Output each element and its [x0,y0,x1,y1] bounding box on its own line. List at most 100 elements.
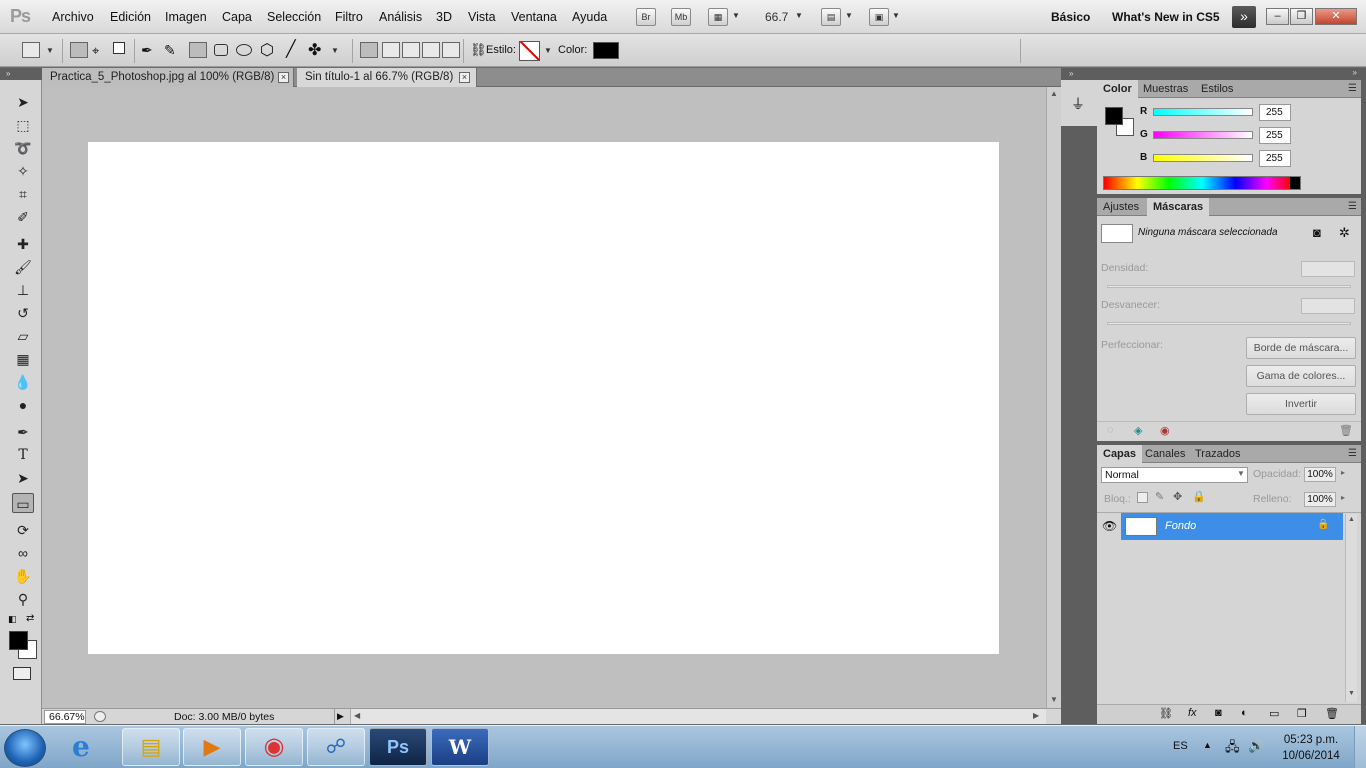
chevron-down-icon[interactable]: ▼ [1237,469,1245,478]
add-to-shape-icon[interactable] [382,42,400,58]
scroll-right-icon[interactable]: ▶ [1033,711,1039,720]
fill-input[interactable]: 100% [1304,492,1336,507]
tab-canales[interactable]: Canales [1139,445,1191,463]
quick-mask-icon[interactable] [13,667,31,680]
more-workspaces-icon[interactable]: » [1232,6,1256,28]
menu-archivo[interactable]: Archivo [52,10,94,24]
feather-slider[interactable] [1107,322,1351,325]
link-icon[interactable]: ⛓ [470,42,487,58]
channel-r-input[interactable]: 255 [1259,104,1291,121]
mask-edge-button[interactable]: Borde de máscara... [1246,337,1356,359]
expand-panels-icon[interactable]: » [1069,69,1073,78]
internet-explorer-icon[interactable]: e [72,730,90,763]
clock-time[interactable]: 05:23 p.m. [1281,734,1341,746]
word-icon[interactable]: W [431,728,489,766]
chevron-down-icon[interactable]: ▼ [795,11,803,20]
language-indicator[interactable]: ES [1173,740,1188,752]
rectangle-shape-icon[interactable] [189,42,207,58]
menu-seleccion[interactable]: Selección [267,10,321,24]
ellipse-icon[interactable] [236,44,252,56]
status-menu-arrow-icon[interactable]: ▶ [334,709,346,724]
history-brush-tool-icon[interactable]: ↺ [12,303,34,323]
3d-rotate-tool-icon[interactable]: ⟳ [12,520,34,540]
channel-g-slider[interactable] [1153,131,1253,139]
chevron-down-icon[interactable]: ▼ [544,46,552,55]
vector-mask-icon[interactable]: ✲ [1339,225,1350,241]
hand-tool-icon[interactable]: ✋ [12,566,34,586]
tab-estilos[interactable]: Estilos [1195,80,1239,98]
type-tool-icon[interactable]: T [12,445,34,465]
adjustment-layer-icon[interactable]: ◐ [1241,707,1248,719]
add-mask-icon[interactable]: ◙ [1215,707,1222,719]
opacity-input[interactable]: 100% [1304,467,1336,482]
chevron-down-icon[interactable]: ▼ [892,11,900,20]
color-swatch[interactable] [593,42,619,59]
photoshop-icon[interactable]: Ps [369,728,427,766]
foreground-color-swatch[interactable] [1105,107,1123,125]
file-explorer-icon[interactable]: ▤ [122,728,180,766]
menu-3d[interactable]: 3D [436,10,452,24]
new-layer-icon[interactable]: ❐ [1297,707,1307,720]
lock-position-icon[interactable]: ✥ [1173,490,1182,503]
show-desktop-button[interactable] [1354,726,1366,768]
lock-pixels-icon[interactable]: ✎ [1155,490,1164,503]
channel-b-slider[interactable] [1153,154,1253,162]
intersect-shape-icon[interactable] [422,42,440,58]
polygon-icon[interactable]: ⬡ [260,40,274,60]
document-canvas[interactable] [88,142,999,654]
menu-edicion[interactable]: Edición [110,10,151,24]
invert-button[interactable]: Invertir [1246,393,1356,415]
workspace-whats-new[interactable]: What's New in CS5 [1112,10,1220,24]
menu-vista[interactable]: Vista [468,10,496,24]
menu-analisis[interactable]: Análisis [379,10,422,24]
channel-r-slider[interactable] [1153,108,1253,116]
mini-bridge-button[interactable]: Mb [671,8,691,26]
close-icon[interactable]: × [278,72,289,83]
opacity-slider-arrow-icon[interactable]: ▸ [1341,468,1345,477]
eyedropper-tool-icon[interactable]: ✐ [12,207,34,227]
exclude-shape-icon[interactable] [442,42,460,58]
disable-mask-icon[interactable]: ◉ [1160,424,1170,437]
subtract-shape-icon[interactable] [402,42,420,58]
eraser-tool-icon[interactable]: ▱ [12,326,34,346]
menu-ventana[interactable]: Ventana [511,10,557,24]
healing-brush-tool-icon[interactable]: ✚ [12,234,34,254]
color-spectrum-bar[interactable] [1103,176,1301,190]
fill-pixels-icon[interactable] [113,42,125,54]
quick-selection-tool-icon[interactable]: ✧ [12,161,34,181]
new-shape-layer-icon[interactable] [360,42,378,58]
eye-icon[interactable]: 👁 [1102,519,1117,533]
feather-input[interactable] [1301,298,1355,314]
network-tray-icon[interactable]: 🖧 [1225,738,1240,760]
layer-style-icon[interactable]: fx [1188,707,1197,719]
rectangle-tool-icon[interactable]: ▭ [12,493,34,513]
density-slider[interactable] [1107,285,1351,288]
default-colors-icon[interactable]: ◧ [8,614,17,625]
channel-g-input[interactable]: 255 [1259,127,1291,144]
menu-filtro[interactable]: Filtro [335,10,363,24]
new-group-icon[interactable]: ▭ [1269,707,1279,720]
fill-slider-arrow-icon[interactable]: ▸ [1341,493,1345,502]
scroll-down-icon[interactable]: ▼ [1050,695,1058,704]
panel-menu-icon[interactable]: ☰ [1348,83,1357,94]
line-icon[interactable]: ╱ [286,39,296,59]
zoom-field[interactable]: 66.67% [44,710,86,724]
scroll-up-icon[interactable]: ▲ [1348,516,1355,523]
color-range-button[interactable]: Gama de colores... [1246,365,1356,387]
show-hidden-icons-icon[interactable]: ▲ [1203,740,1212,750]
panel-menu-icon[interactable]: ☰ [1348,201,1357,212]
tab-ajustes[interactable]: Ajustes [1097,198,1145,216]
zoom-level[interactable]: 66.7 [765,10,788,24]
link-layers-icon[interactable]: ⛓ [1159,707,1173,720]
chevron-down-icon[interactable]: ▼ [46,46,54,55]
lock-transparency-icon[interactable] [1137,492,1148,503]
trash-icon[interactable]: 🗑 [1339,424,1353,437]
gradient-tool-icon[interactable]: ▦ [12,349,34,369]
tab-muestras[interactable]: Muestras [1137,80,1194,98]
close-icon[interactable]: × [459,72,470,83]
chevron-down-icon[interactable]: ▼ [732,11,740,20]
brush-tool-icon[interactable]: 🖌 [12,257,34,277]
pen-icon[interactable]: ✒ [141,42,153,59]
marquee-tool-icon[interactable]: ⬚ [12,115,34,135]
media-player-icon[interactable]: ▶ [183,728,241,766]
